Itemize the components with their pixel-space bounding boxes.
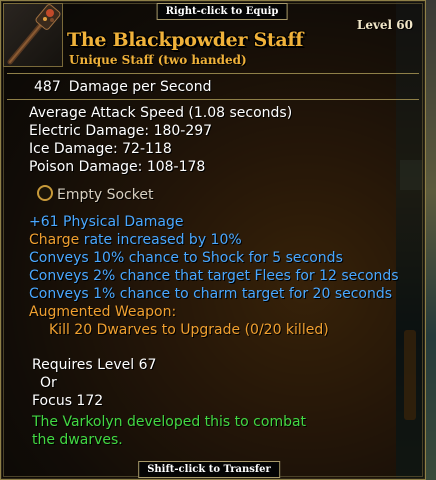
ice-damage: Ice Damage: 72-118: [29, 141, 172, 157]
item-type: Unique Staff (two handed): [69, 53, 247, 67]
enchant-charm: Conveys 1% chance to charm target for 20…: [29, 286, 393, 302]
lore-line-2: the dwarves.: [32, 432, 123, 448]
lore-line-1: The Varkolyn developed this to combat: [32, 414, 307, 430]
socket-ring-icon: [37, 185, 53, 201]
augmented-task: Kill 20 Dwarves to Upgrade (0/20 killed): [49, 322, 329, 338]
enchant-shock: Conveys 10% chance to Shock for 5 second…: [29, 250, 343, 266]
enchant-physical: +61 Physical Damage: [29, 214, 184, 230]
divider: [7, 99, 419, 100]
item-level: Level 60: [356, 18, 413, 32]
dps-value: 487: [34, 79, 61, 95]
enchant-flee: Conveys 2% chance that target Flees for …: [29, 268, 399, 284]
attack-speed: Average Attack Speed (1.08 seconds): [29, 105, 293, 121]
item-tooltip: Right-click to Equip The Blackpowder Sta…: [0, 0, 426, 480]
dps-label: Damage per Second: [68, 79, 212, 95]
divider: [7, 73, 419, 74]
poison-damage: Poison Damage: 108-178: [29, 159, 206, 175]
equip-hint: Right-click to Equip: [156, 3, 288, 20]
dps-line: 487 Damage per Second: [34, 79, 212, 95]
charge-keyword: Charge: [29, 232, 80, 248]
item-name: The Blackpowder Staff: [67, 29, 304, 51]
requires-or: Or: [40, 375, 57, 391]
staff-icon: [3, 3, 63, 67]
charge-text: rate increased by 10%: [79, 232, 242, 248]
socket-slot[interactable]: Empty Socket: [37, 185, 153, 203]
socket-label: Empty Socket: [57, 187, 154, 203]
requires-focus: Focus 172: [32, 393, 104, 409]
augmented-title: Augmented Weapon:: [29, 304, 177, 320]
enchant-charge: Charge rate increased by 10%: [29, 232, 242, 248]
requires-level: Requires Level 67: [32, 357, 157, 373]
electric-damage: Electric Damage: 180-297: [29, 123, 213, 139]
transfer-hint: Shift-click to Transfer: [138, 461, 280, 478]
